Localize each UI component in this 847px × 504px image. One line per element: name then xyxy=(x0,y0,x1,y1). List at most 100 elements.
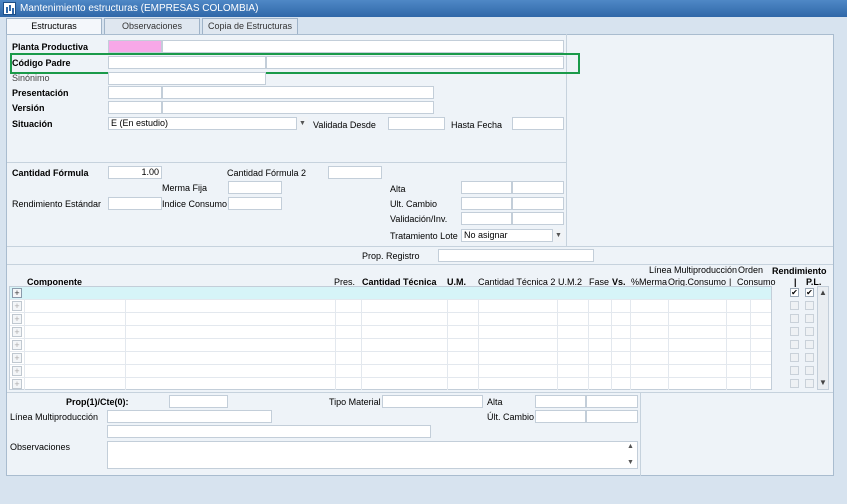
prop-registro-input[interactable] xyxy=(438,249,594,262)
expand-row-button[interactable]: + xyxy=(12,288,22,298)
table-row[interactable]: + xyxy=(10,300,771,313)
linea-multiproduccion-input[interactable] xyxy=(107,410,272,423)
status-bar xyxy=(0,478,847,504)
alta-input[interactable] xyxy=(461,181,512,194)
pl-checkbox[interactable] xyxy=(805,314,814,323)
validacion-input[interactable] xyxy=(461,212,512,225)
rendimiento-checkbox[interactable] xyxy=(790,340,799,349)
tratamiento-lote-value: No asignar xyxy=(464,230,508,240)
pl-checkbox[interactable] xyxy=(805,366,814,375)
version-input[interactable] xyxy=(108,101,162,114)
section-separator xyxy=(7,392,833,393)
section-separator xyxy=(7,162,567,163)
window-titlebar: Mantenimiento estructuras (EMPRESAS COLO… xyxy=(0,0,847,17)
sinonimo-input[interactable] xyxy=(108,72,266,85)
expand-row-button[interactable]: + xyxy=(12,353,22,363)
scroll-up-icon[interactable]: ▲ xyxy=(819,288,827,297)
rendimiento-checkbox[interactable] xyxy=(790,314,799,323)
table-row[interactable]: + xyxy=(10,365,771,378)
observaciones-textarea[interactable] xyxy=(107,441,638,469)
footer-ult-cambio-label: Últ. Cambio xyxy=(487,412,535,422)
tratamiento-lote-select[interactable]: No asignar xyxy=(461,229,564,242)
rendimiento-checkbox[interactable] xyxy=(790,366,799,375)
pl-checkbox[interactable] xyxy=(805,353,814,362)
expand-row-button[interactable]: + xyxy=(12,327,22,337)
prop-registro-label: Prop. Registro xyxy=(362,251,420,261)
footer-alta-user-input[interactable] xyxy=(586,395,638,408)
situacion-select[interactable]: E (En estudio) xyxy=(108,117,308,130)
ult-cambio-user-input[interactable] xyxy=(512,197,564,210)
planta-input[interactable] xyxy=(108,40,162,53)
table-row[interactable]: + xyxy=(10,339,771,352)
tab-estructuras[interactable]: Estructuras xyxy=(6,18,102,35)
codigo-padre-desc-input[interactable] xyxy=(266,56,564,69)
validada-desde-label: Validada Desde xyxy=(313,120,376,130)
tipo-material-input[interactable] xyxy=(382,395,483,408)
section-separator xyxy=(7,246,833,247)
table-row[interactable]: + xyxy=(10,352,771,365)
ult-cambio-label: Ult. Cambio xyxy=(390,199,438,209)
pl-checkbox[interactable]: ✔ xyxy=(805,288,814,297)
chevron-down-icon[interactable]: ▼ xyxy=(296,117,308,130)
pl-checkbox[interactable] xyxy=(805,340,814,349)
sinonimo-label: Sinónimo xyxy=(12,73,50,83)
version-desc-input[interactable] xyxy=(162,101,434,114)
codigo-padre-input[interactable] xyxy=(108,56,266,69)
validacion-label: Validación/Inv. xyxy=(390,214,448,224)
indice-consumo-input[interactable] xyxy=(228,197,282,210)
codigo-padre-label: Código Padre xyxy=(12,58,71,68)
linea-multiproduccion-label: Línea Multiproducción xyxy=(10,412,99,422)
scroll-down-icon[interactable]: ▼ xyxy=(627,459,634,466)
alta-user-input[interactable] xyxy=(512,181,564,194)
footer-alta-input[interactable] xyxy=(535,395,586,408)
table-row[interactable]: + xyxy=(10,313,771,326)
validada-desde-input[interactable] xyxy=(388,117,445,130)
footer-ult-cambio-input[interactable] xyxy=(535,410,586,423)
grid-scrollbar[interactable]: ▲ ▼ xyxy=(817,286,829,390)
rendimiento-checkbox[interactable] xyxy=(790,353,799,362)
rendimiento-checkbox[interactable] xyxy=(790,379,799,388)
footer-alta-label: Alta xyxy=(487,397,503,407)
pl-checkbox[interactable] xyxy=(805,301,814,310)
expand-row-button[interactable]: + xyxy=(12,379,22,389)
ult-cambio-input[interactable] xyxy=(461,197,512,210)
cantidad-formula-input[interactable]: 1.00 xyxy=(108,166,162,179)
chevron-down-icon[interactable]: ▼ xyxy=(552,229,564,242)
rendimiento-checkbox[interactable] xyxy=(790,301,799,310)
expand-row-button[interactable]: + xyxy=(12,314,22,324)
expand-row-button[interactable]: + xyxy=(12,340,22,350)
scroll-down-icon[interactable]: ▼ xyxy=(819,378,827,387)
prop-cte-label: Prop(1)/Cte(0): xyxy=(66,397,129,407)
hasta-fecha-label: Hasta Fecha xyxy=(451,120,503,130)
validacion-user-input[interactable] xyxy=(512,212,564,225)
table-row[interactable]: + xyxy=(10,378,771,391)
alta-label: Alta xyxy=(390,184,406,194)
tipo-material-label: Tipo Material xyxy=(329,397,381,407)
footer-ult-cambio-user-input[interactable] xyxy=(586,410,638,423)
planta-desc-input[interactable] xyxy=(162,40,564,53)
rendimiento-checkbox[interactable] xyxy=(790,327,799,336)
version-label: Versión xyxy=(12,103,45,113)
linea-multiproduccion-desc-input[interactable] xyxy=(107,425,431,438)
table-row[interactable]: + xyxy=(10,287,771,300)
table-row[interactable]: + xyxy=(10,326,771,339)
merma-fija-input[interactable] xyxy=(228,181,282,194)
prop-cte-input[interactable] xyxy=(169,395,228,408)
presentacion-label: Presentación xyxy=(12,88,69,98)
rendimiento-checkbox[interactable]: ✔ xyxy=(790,288,799,297)
rendimiento-estandar-input[interactable] xyxy=(108,197,162,210)
tab-observaciones[interactable]: Observaciones xyxy=(104,18,200,34)
hasta-fecha-input[interactable] xyxy=(512,117,564,130)
tratamiento-lote-label: Tratamiento Lote xyxy=(390,231,458,241)
cantidad-formula-2-input[interactable] xyxy=(328,166,382,179)
presentacion-desc-input[interactable] xyxy=(162,86,434,99)
pl-checkbox[interactable] xyxy=(805,379,814,388)
expand-row-button[interactable]: + xyxy=(12,301,22,311)
presentacion-input[interactable] xyxy=(108,86,162,99)
components-grid[interactable]: + + + + + + + + xyxy=(9,286,772,390)
situacion-label: Situación xyxy=(12,119,53,129)
expand-row-button[interactable]: + xyxy=(12,366,22,376)
pl-checkbox[interactable] xyxy=(805,327,814,336)
tab-copia-estructuras[interactable]: Copia de Estructuras xyxy=(202,18,298,34)
scroll-up-icon[interactable]: ▲ xyxy=(627,443,634,450)
